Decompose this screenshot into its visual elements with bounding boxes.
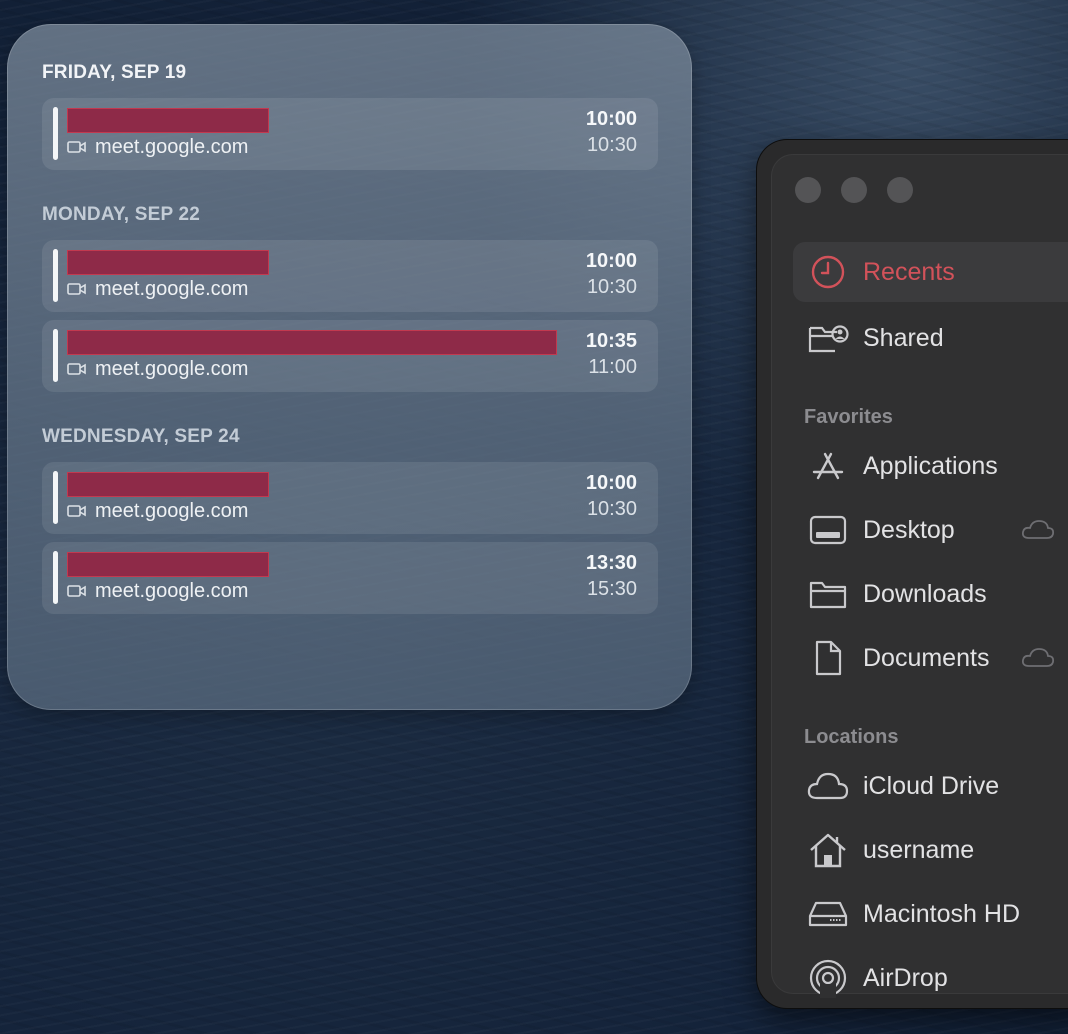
event-title-redacted [67,108,269,133]
sidebar-item-label: iCloud Drive [863,771,1000,800]
sidebar-item-label: Macintosh HD [863,899,1020,928]
event-location-text: meet.google.com [95,135,249,158]
sidebar-item-label: Documents [863,643,990,672]
event-location-text: meet.google.com [95,357,249,380]
event-start-time: 13:30 [585,552,637,574]
event-start-time: 10:35 [585,330,637,352]
event-end-time: 11:00 [588,356,637,378]
event-color-bar [53,329,58,382]
calendar-event[interactable]: meet.google.com 13:30 15:30 [42,542,658,614]
event-end-time: 15:30 [586,578,637,600]
sidebar-section-favorites: Favorites [804,406,893,428]
event-color-bar [53,107,58,160]
sidebar-item-airdrop[interactable]: AirDrop [793,948,1068,1008]
sidebar-item-applications[interactable]: Applications [793,436,1068,496]
sidebar-item-icloud-drive[interactable]: iCloud Drive [793,756,1068,816]
icloud-status-icon [1021,646,1055,675]
sidebar-item-label: Shared [863,323,944,352]
day-label: WEDNESDAY, SEP 24 [42,426,240,447]
document-icon [807,637,849,679]
event-location-text: meet.google.com [95,579,249,602]
event-location-text: meet.google.com [95,499,249,522]
event-location: meet.google.com [67,357,248,381]
calendar-event[interactable]: meet.google.com 10:00 10:30 [42,462,658,534]
day-label: MONDAY, SEP 22 [42,204,201,225]
calendar-event[interactable]: meet.google.com 10:00 10:30 [42,98,658,170]
event-end-time: 10:30 [586,134,637,156]
icloud-status-icon [1021,518,1055,547]
sidebar-item-label: AirDrop [863,963,948,992]
video-camera-icon [67,585,86,597]
event-location: meet.google.com [67,579,248,603]
sidebar-item-recents[interactable]: Recents [793,242,1068,302]
folder-icon [807,573,849,615]
minimize-window-button[interactable] [841,177,867,203]
day-label: FRIDAY, SEP 19 [42,62,187,83]
video-camera-icon [67,363,86,375]
clock-icon [807,251,849,293]
finder-window[interactable]: Recents Shared Favorites Applications De… [757,140,1068,1008]
sidebar-item-label: Desktop [863,515,955,544]
event-title-redacted [67,552,269,577]
video-camera-icon [67,283,86,295]
video-camera-icon [67,141,86,153]
sidebar-item-documents[interactable]: Documents [793,628,1068,688]
desktop-icon [807,509,849,551]
calendar-widget[interactable]: FRIDAY, SEP 19 meet.google.com 10:00 10:… [7,24,692,710]
sidebar-item-label: Downloads [863,579,987,608]
applications-icon [807,445,849,487]
hard-drive-icon [807,893,849,935]
event-title-redacted [67,250,269,275]
event-color-bar [53,249,58,302]
event-title-redacted [67,472,269,497]
event-location-text: meet.google.com [95,277,249,300]
sidebar-item-label: username [863,835,975,864]
calendar-event[interactable]: meet.google.com 10:00 10:30 [42,240,658,312]
event-start-time: 10:00 [585,472,637,494]
event-location: meet.google.com [67,135,248,159]
event-title-redacted [67,330,557,355]
event-color-bar [53,471,58,524]
sidebar-item-macintosh-hd[interactable]: Macintosh HD [793,884,1068,944]
event-location: meet.google.com [67,499,248,523]
sidebar-item-downloads[interactable]: Downloads [793,564,1068,624]
event-location: meet.google.com [67,277,248,301]
calendar-event[interactable]: meet.google.com 10:35 11:00 [42,320,658,392]
zoom-window-button[interactable] [887,177,913,203]
home-icon [807,829,849,871]
event-end-time: 10:30 [586,498,637,520]
sidebar-item-home[interactable]: username [793,820,1068,880]
sidebar-item-label: Applications [863,451,998,480]
close-window-button[interactable] [795,177,821,203]
event-end-time: 10:30 [586,276,637,298]
sidebar-section-locations: Locations [804,726,899,748]
cloud-icon [807,765,849,807]
event-start-time: 10:00 [585,250,637,272]
event-color-bar [53,551,58,604]
sidebar-item-desktop[interactable]: Desktop [793,500,1068,560]
video-camera-icon [67,505,86,517]
airdrop-icon [807,957,849,999]
event-start-time: 10:00 [585,108,637,130]
sidebar-item-label: Recents [863,257,955,286]
shared-folder-icon [807,317,849,359]
sidebar-item-shared[interactable]: Shared [793,308,1068,368]
